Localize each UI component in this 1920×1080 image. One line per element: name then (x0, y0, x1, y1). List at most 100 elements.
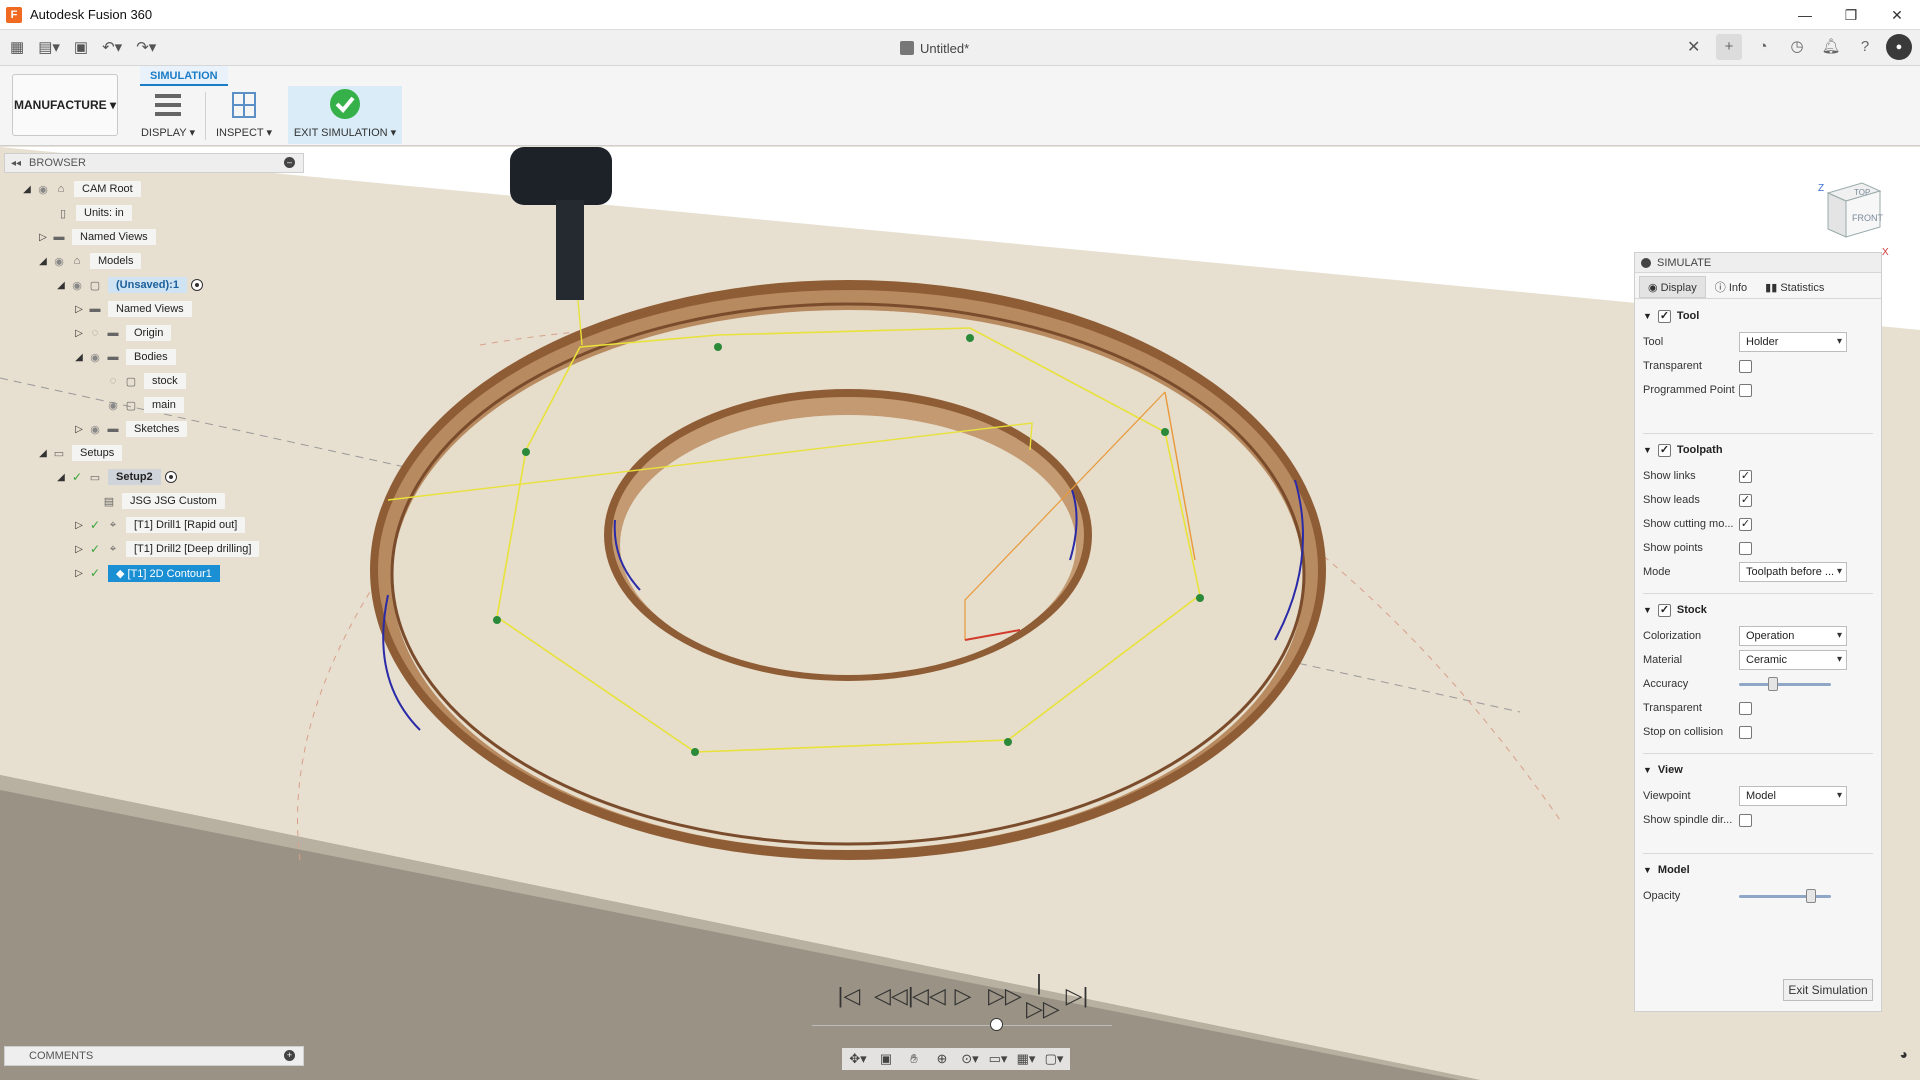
exit-simulation-panel-button[interactable]: Exit Simulation (1783, 979, 1873, 1001)
tree-item-named-views[interactable]: ▷ ▬ Named Views (36, 227, 156, 247)
tree-item-machine[interactable]: ▤ JSG JSG Custom (100, 491, 225, 511)
show-links-checkbox[interactable]: ✓ (1739, 469, 1752, 483)
tree-item-setups[interactable]: ◢ ▭ Setups (36, 443, 123, 463)
expand-icon[interactable]: ▷ (72, 328, 86, 339)
redo-icon[interactable]: ↷▾ (132, 36, 160, 60)
tool-transparent-checkbox[interactable] (1739, 359, 1752, 373)
tree-item-units[interactable]: ▯ Units: in (54, 203, 132, 223)
viewpoint-select[interactable]: Model (1739, 786, 1847, 806)
step-forward-icon[interactable]: ▷▷ (988, 983, 1022, 1009)
minimize-button[interactable]: — (1782, 0, 1828, 30)
restore-button[interactable]: ❐ (1828, 0, 1874, 30)
exit-simulation-button[interactable]: EXIT SIMULATION ▾ (288, 86, 402, 144)
collapse-triangle-icon[interactable]: ▼ (1643, 865, 1652, 875)
simulation-timeline[interactable] (812, 1018, 1112, 1031)
show-points-checkbox[interactable] (1739, 541, 1752, 555)
eye-icon[interactable]: ◉ (104, 399, 122, 412)
plus-icon[interactable]: + (1716, 34, 1742, 60)
collapse-triangle-icon[interactable]: ▼ (1643, 445, 1652, 455)
skip-to-start-icon[interactable]: |◁ (836, 983, 862, 1009)
activate-radio-icon[interactable] (190, 279, 203, 291)
collapse-triangle-icon[interactable]: ▼ (1643, 765, 1652, 775)
notifications-icon[interactable]: 🔔︎ (1818, 34, 1844, 60)
material-select[interactable]: Ceramic (1739, 650, 1847, 670)
eye-icon[interactable]: ◉ (34, 183, 52, 196)
workspace-switcher[interactable]: MANUFACTURE ▾ (12, 74, 118, 136)
show-cutting-checkbox[interactable]: ✓ (1739, 517, 1752, 531)
timeline-scrubber[interactable] (989, 1018, 1003, 1031)
feedback-icon[interactable]: ◕ (1900, 1046, 1908, 1062)
display-button[interactable]: DISPLAY ▾ (138, 88, 198, 144)
user-avatar[interactable]: ● (1886, 34, 1912, 60)
spindle-checkbox[interactable] (1739, 813, 1752, 827)
previous-operation-icon[interactable]: ◁◁| (874, 983, 914, 1009)
minimize-browser-icon[interactable]: – (284, 157, 295, 168)
eye-icon[interactable]: ◉ (86, 423, 104, 436)
toolpath-enable-checkbox[interactable]: ✓ (1657, 443, 1671, 457)
stock-transparent-checkbox[interactable] (1739, 701, 1752, 715)
expand-icon[interactable]: ▷ (36, 232, 50, 243)
collapse-icon[interactable]: ◢ (54, 472, 68, 483)
grid-settings-icon[interactable]: ▦▾ (1014, 1051, 1038, 1067)
orbit-icon[interactable]: ✥▾ (846, 1051, 870, 1067)
comments-bar[interactable]: COMMENTS + (4, 1046, 304, 1066)
expand-icon[interactable]: ▷ (72, 568, 86, 579)
extensions-icon[interactable]: ◔ (1750, 34, 1776, 60)
colorization-select[interactable]: Operation (1739, 626, 1847, 646)
collapse-icon[interactable]: ◢ (36, 448, 50, 459)
eye-icon[interactable]: ◉ (68, 279, 86, 292)
close-document-icon[interactable]: ✕ (1687, 36, 1700, 60)
tree-item-bodies[interactable]: ◢ ◉ ▬ Bodies (72, 347, 176, 367)
tree-item-drill2[interactable]: ▷ ✓ ⌖ [T1] Drill2 [Deep drilling] (72, 539, 260, 559)
expand-icon[interactable]: ▷ (72, 544, 86, 555)
view-section-header[interactable]: ▼ View (1643, 761, 1873, 779)
tree-item-2d-contour[interactable]: ▷ ✓ ◆ [T1] 2D Contour1 (72, 563, 220, 583)
help-icon[interactable]: ? (1852, 34, 1878, 60)
skip-to-end-icon[interactable]: ▷| (1064, 983, 1090, 1009)
tree-item-stock[interactable]: ◌ ▢ stock (104, 371, 186, 391)
model-section-header[interactable]: ▼ Model (1643, 861, 1873, 879)
collapse-arrows-icon[interactable]: ◂◂ (11, 158, 21, 169)
next-operation-icon[interactable]: |▷▷ (1026, 970, 1060, 1022)
grid-icon[interactable]: ▦ (6, 36, 28, 60)
look-at-icon[interactable]: ▣ (874, 1051, 898, 1067)
close-window-button[interactable]: ✕ (1874, 0, 1920, 30)
tree-item-cam-root[interactable]: ◢ ◉ ⌂ CAM Root (20, 179, 141, 199)
display-settings-icon[interactable]: ▭▾ (986, 1051, 1010, 1067)
toolpath-section-header[interactable]: ▼ ✓ Toolpath (1643, 441, 1873, 459)
view-cube[interactable]: TOP FRONT Z X (1818, 175, 1890, 258)
collapse-icon[interactable]: ◢ (72, 352, 86, 363)
stop-on-collision-checkbox[interactable] (1739, 725, 1752, 739)
tab-info[interactable]: ⓘ Info (1706, 276, 1756, 298)
expand-icon[interactable]: ▷ (72, 520, 86, 531)
eye-icon[interactable]: ◉ (50, 255, 68, 268)
tab-simulation[interactable]: SIMULATION (140, 66, 228, 86)
job-status-icon[interactable]: ◷ (1784, 34, 1810, 60)
tree-item-drill1[interactable]: ▷ ✓ ⌖ [T1] Drill1 [Rapid out] (72, 515, 246, 535)
expand-icon[interactable]: ▷ (72, 424, 86, 435)
tree-item-origin[interactable]: ▷ ◌ ▬ Origin (72, 323, 172, 343)
tab-display[interactable]: ◉ Display (1639, 276, 1706, 298)
tool-select[interactable]: Holder (1739, 332, 1847, 352)
opacity-slider[interactable] (1739, 886, 1831, 906)
collapse-icon[interactable]: ◢ (20, 184, 34, 195)
tool-section-header[interactable]: ▼ ✓ Tool (1643, 307, 1873, 325)
tab-statistics[interactable]: ▮▮ Statistics (1756, 276, 1833, 298)
add-comment-icon[interactable]: + (284, 1050, 295, 1061)
collapse-icon[interactable]: ◢ (54, 280, 68, 291)
accuracy-slider-thumb[interactable] (1767, 677, 1778, 691)
tree-item-unsaved-model[interactable]: ◢ ◉ ▢ (Unsaved):1 (54, 275, 203, 295)
collapse-triangle-icon[interactable]: ▼ (1643, 311, 1652, 321)
zoom-icon[interactable]: ⊕ (930, 1051, 954, 1067)
tree-item-sketches[interactable]: ▷ ◉ ▬ Sketches (72, 419, 188, 439)
stock-section-header[interactable]: ▼ ✓ Stock (1643, 601, 1873, 619)
play-icon[interactable]: ▷ (950, 983, 976, 1009)
collapse-icon[interactable]: ◢ (36, 256, 50, 267)
step-back-icon[interactable]: ◁◁ (912, 983, 946, 1009)
show-leads-checkbox[interactable]: ✓ (1739, 493, 1752, 507)
opacity-slider-thumb[interactable] (1806, 889, 1817, 903)
tree-item-named-views-sub[interactable]: ▷ ▬ Named Views (72, 299, 192, 319)
tool-enable-checkbox[interactable]: ✓ (1657, 309, 1671, 323)
stock-enable-checkbox[interactable]: ✓ (1657, 603, 1671, 617)
expand-icon[interactable]: ▷ (72, 304, 86, 315)
